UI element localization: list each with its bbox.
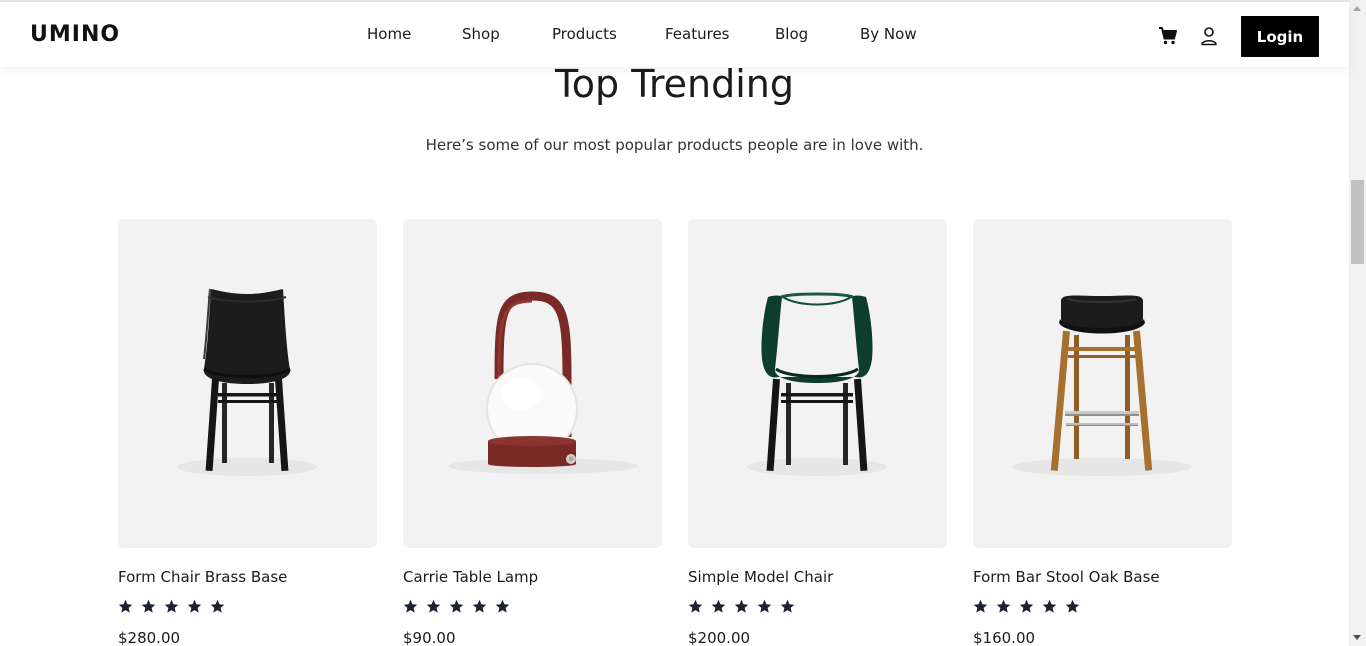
star-icon [1019, 599, 1034, 613]
cart-icon[interactable] [1158, 26, 1178, 46]
star-icon [1043, 599, 1057, 613]
star-icon [426, 599, 441, 613]
star-icon [781, 599, 795, 613]
star-icon [1066, 599, 1080, 613]
product-rating [118, 599, 228, 615]
star-icon [118, 599, 133, 613]
site-header: UMINO Home Shop Products Features Blog B… [0, 0, 1349, 67]
product-image-bar-stool[interactable] [973, 219, 1232, 548]
section-subtitle: Here’s some of our most popular products… [425, 136, 924, 154]
product-image-black-chair[interactable] [118, 219, 377, 548]
nav-products[interactable]: Products [552, 25, 617, 43]
product-rating [688, 599, 798, 615]
product-price: $280.00 [118, 629, 181, 646]
product-name[interactable]: Form Bar Stool Oak Base [973, 568, 1160, 586]
nav-by-now[interactable]: By Now [860, 25, 917, 43]
product-name[interactable]: Simple Model Chair [688, 568, 833, 586]
product-price: $90.00 [403, 629, 456, 646]
login-button[interactable]: Login [1241, 16, 1319, 57]
product-image-green-armchair[interactable] [688, 219, 947, 548]
star-icon [473, 599, 487, 613]
star-icon [188, 599, 202, 613]
star-icon [141, 599, 156, 613]
nav-blog[interactable]: Blog [775, 25, 808, 43]
star-icon [996, 599, 1011, 613]
star-icon [711, 599, 726, 613]
nav-shop[interactable]: Shop [462, 25, 500, 43]
star-icon [734, 599, 749, 613]
product-name[interactable]: Carrie Table Lamp [403, 568, 538, 586]
scroll-up-arrow-icon[interactable] [1353, 6, 1361, 11]
star-icon [688, 599, 703, 613]
site-logo[interactable]: UMINO [30, 22, 120, 47]
star-icon [403, 599, 418, 613]
product-name[interactable]: Form Chair Brass Base [118, 568, 287, 586]
user-icon[interactable] [1199, 26, 1219, 46]
star-icon [973, 599, 988, 613]
star-icon [211, 599, 225, 613]
product-rating [403, 599, 513, 615]
nav-features[interactable]: Features [665, 25, 730, 43]
section-title: Top Trending [555, 62, 794, 106]
product-price: $200.00 [688, 629, 751, 646]
star-icon [449, 599, 464, 613]
scroll-down-arrow-icon[interactable] [1353, 635, 1361, 640]
star-icon [496, 599, 510, 613]
star-icon [758, 599, 772, 613]
nav-home[interactable]: Home [367, 25, 411, 43]
product-image-table-lamp[interactable] [403, 219, 662, 548]
product-rating [973, 599, 1083, 615]
product-price: $160.00 [973, 629, 1036, 646]
star-icon [164, 599, 179, 613]
page-scrollbar[interactable] [1349, 0, 1366, 646]
scrollbar-thumb[interactable] [1351, 180, 1364, 264]
